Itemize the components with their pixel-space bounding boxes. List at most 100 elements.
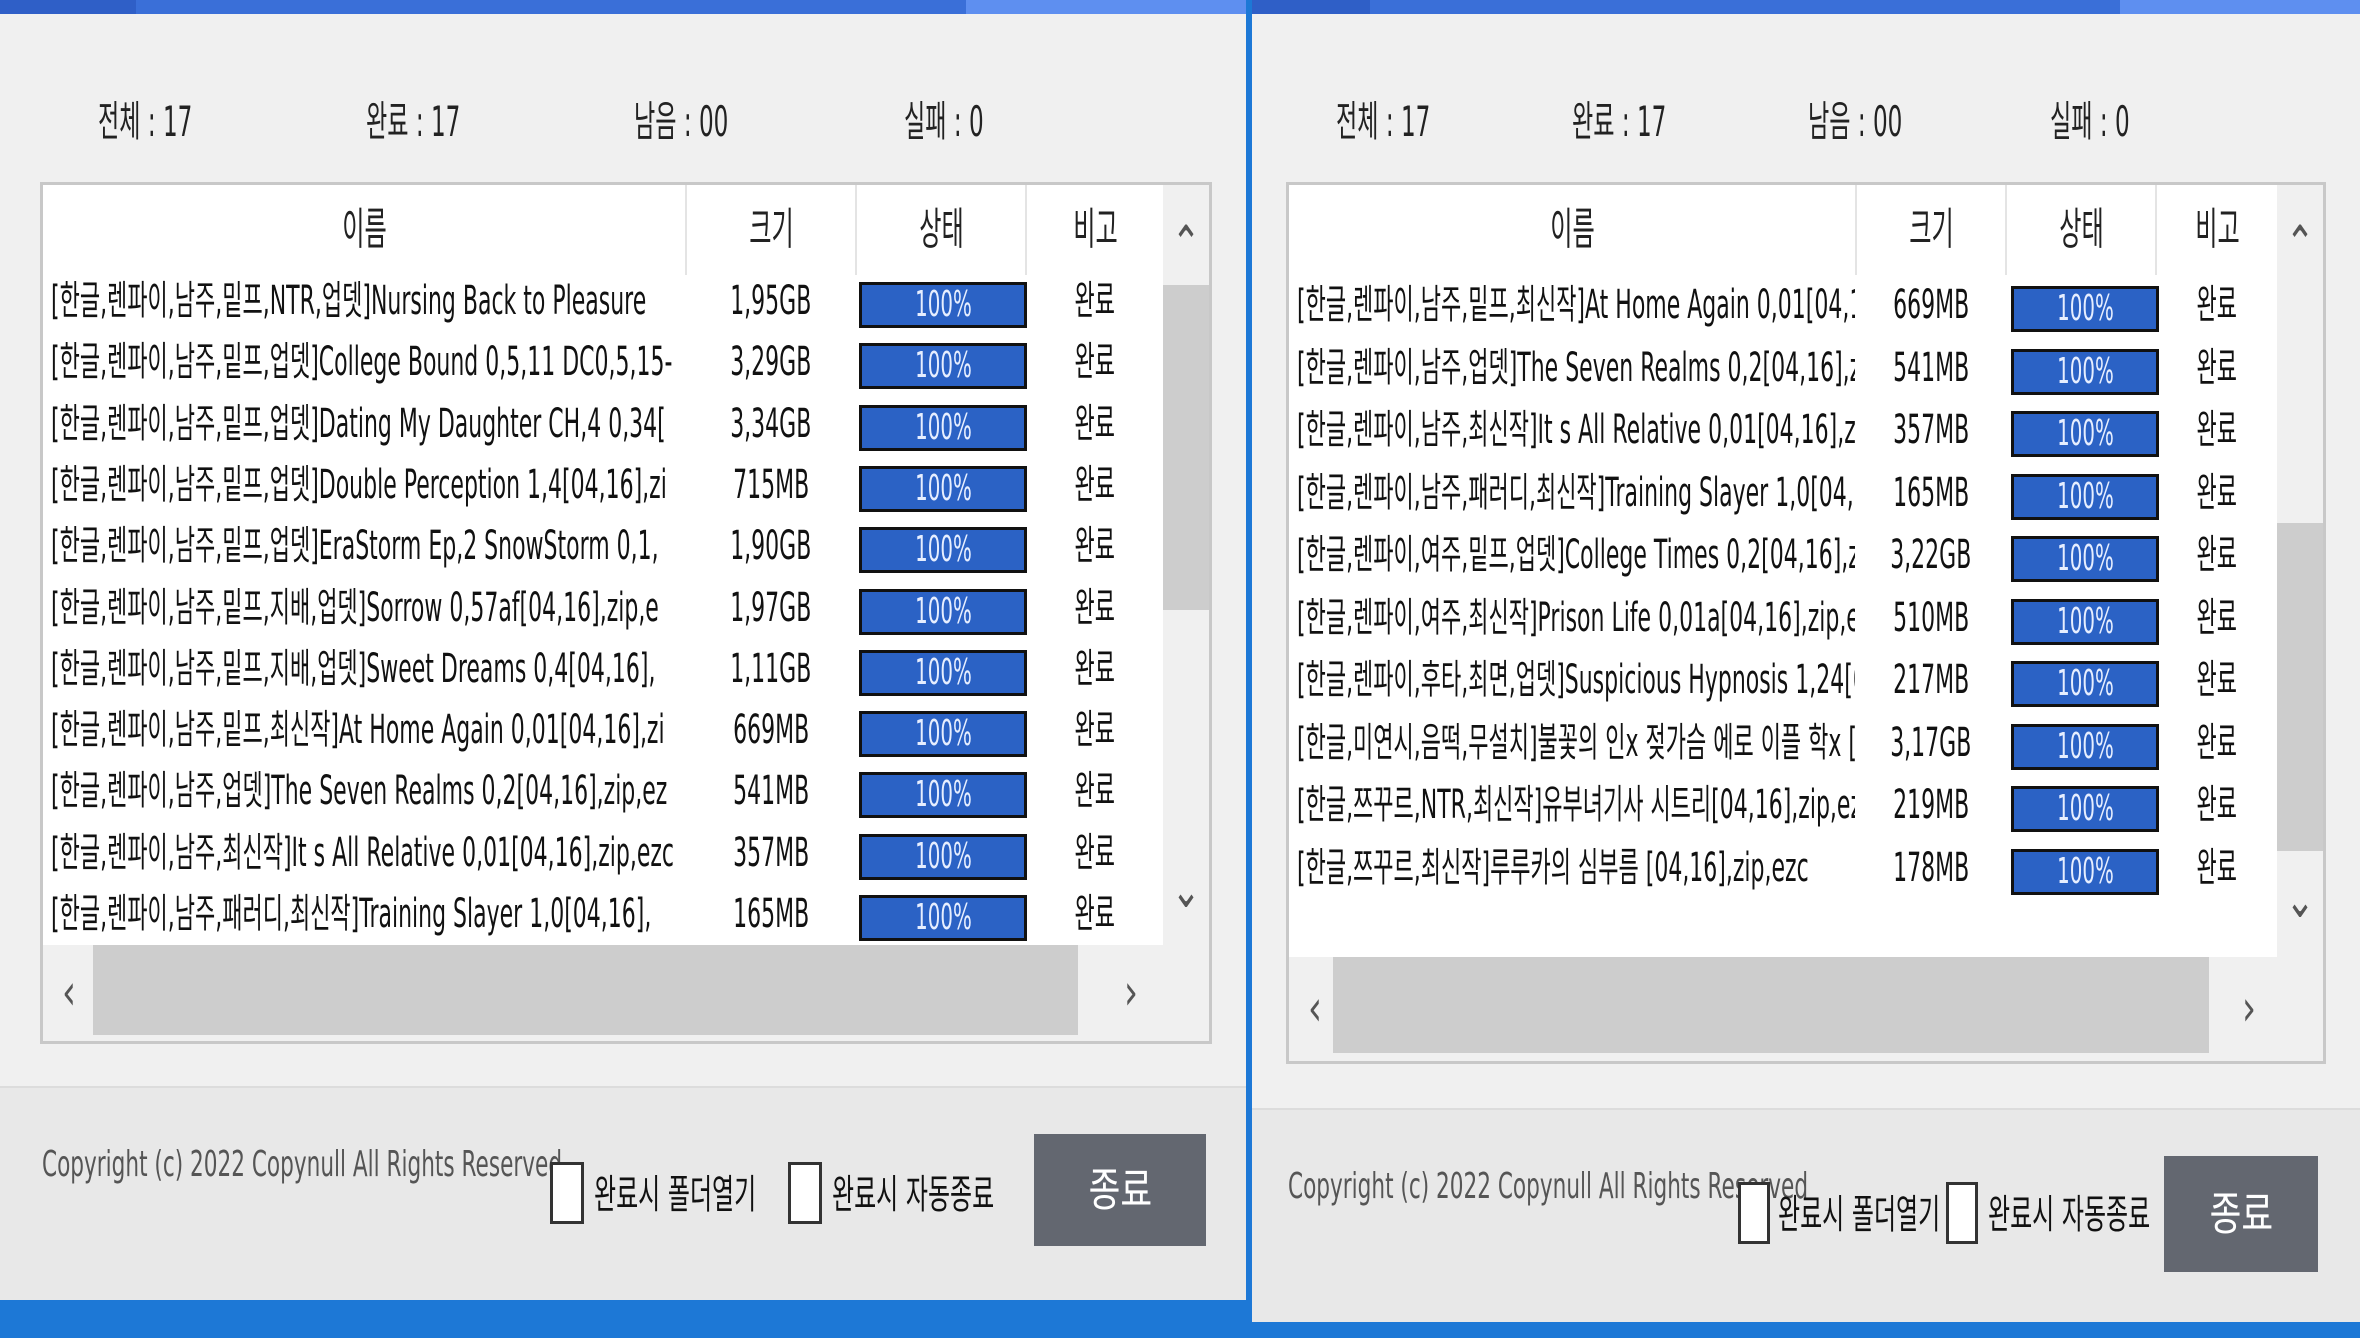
column-header-status[interactable]: 상태 bbox=[2007, 185, 2157, 275]
file-size: 165MB bbox=[732, 891, 810, 937]
close-button[interactable]: 종료 bbox=[1034, 1134, 1206, 1246]
list-item[interactable]: [한글,렌파이,여주,밑프,업뎃]College Times 0,2[04,16… bbox=[1289, 525, 2277, 586]
horizontal-scroll-thumb[interactable] bbox=[1333, 957, 2209, 1053]
status-note: 완료 bbox=[1074, 829, 1116, 876]
progress-text: 100% bbox=[914, 590, 972, 632]
status-note: 완료 bbox=[1074, 400, 1116, 447]
list-item[interactable]: [한글,미연시,음떡,무설치]불꽃의 인x 젖가슴 에로 이플 학x [3,17… bbox=[1289, 713, 2277, 774]
file-size: 510MB bbox=[1892, 594, 1970, 641]
auto-close-checkbox[interactable] bbox=[1946, 1182, 1978, 1244]
status-note: 완료 bbox=[1074, 768, 1116, 815]
scroll-up-icon[interactable]: ⌃ bbox=[1170, 219, 1202, 269]
auto-close-label[interactable]: 완료시 자동종료 bbox=[832, 1162, 994, 1220]
list-item[interactable]: [한글,렌파이,남주,패러디,최신작]Training Slayer 1,0[0… bbox=[43, 884, 1163, 945]
column-header-size[interactable]: 크기 bbox=[1857, 185, 2007, 275]
progress-text: 100% bbox=[2056, 663, 2114, 704]
file-name: [한글,렌파이,후타,최면,업뎃]Suspicious Hypnosis 1,2… bbox=[1297, 657, 1855, 703]
file-name: [한글,쯔꾸르,NTR,최신작]유부녀기사 시트리[04,16],zip,ezc bbox=[1297, 782, 1855, 828]
progress-bar: 100% bbox=[859, 527, 1027, 574]
progress-bar: 100% bbox=[2011, 723, 2159, 770]
scroll-down-icon[interactable]: ⌄ bbox=[1170, 865, 1202, 915]
column-header-name[interactable]: 이름 bbox=[43, 185, 687, 275]
file-name: [한글,렌파이,남주,밑프,업뎃]Double Perception 1,4[0… bbox=[51, 461, 667, 508]
file-name: [한글,렌파이,남주,최신작]It s All Relative 0,01[04… bbox=[1297, 407, 1855, 453]
list-item[interactable]: [한글,렌파이,여주,최신작]Prison Life 0,01a[04,16],… bbox=[1289, 588, 2277, 649]
progress-bar: 100% bbox=[2011, 661, 2159, 707]
progress-text: 100% bbox=[914, 406, 972, 448]
file-size: 715MB bbox=[732, 461, 810, 508]
list-item[interactable]: [한글,렌파이,남주,밑프,최신작]At Home Again 0,01[04,… bbox=[1289, 275, 2277, 336]
open-folder-checkbox[interactable] bbox=[550, 1162, 584, 1224]
vertical-scroll-thumb[interactable] bbox=[1163, 285, 1209, 610]
vertical-scrollbar[interactable]: ⌃ ⌄ bbox=[1163, 185, 1209, 945]
progress-bar: 100% bbox=[859, 772, 1027, 819]
status-note: 완료 bbox=[1074, 461, 1116, 508]
status-note: 완료 bbox=[1074, 339, 1116, 386]
column-header-status[interactable]: 상태 bbox=[857, 185, 1027, 275]
progress-bar: 100% bbox=[859, 282, 1027, 328]
footer: Copyright (c) 2022 Copynull All Rights R… bbox=[0, 1086, 1246, 1300]
file-size: 541MB bbox=[1892, 344, 1970, 391]
status-note: 완료 bbox=[2196, 657, 2238, 703]
title-bar[interactable] bbox=[1252, 0, 2360, 14]
scroll-right-icon[interactable]: › bbox=[1117, 967, 1145, 1017]
status-note: 완료 bbox=[2196, 594, 2238, 641]
scroll-left-icon[interactable]: ‹ bbox=[1301, 983, 1329, 1033]
status-note: 완료 bbox=[2196, 844, 2238, 891]
status-note: 완료 bbox=[2196, 719, 2238, 766]
vertical-scroll-thumb[interactable] bbox=[2277, 523, 2323, 851]
list-item[interactable]: [한글,쯔꾸르,최신작]루루카의 심부름 [04,16],zip,ezc 178M… bbox=[1289, 838, 2277, 899]
list-item[interactable]: [한글,렌파이,남주,밑프,업뎃]EraStorm Ep,2 SnowStorm… bbox=[43, 516, 1163, 577]
stat-remaining: 남음 : 00 bbox=[1808, 97, 1903, 146]
horizontal-scrollbar[interactable]: ‹ › bbox=[43, 945, 1209, 1041]
file-name: [한글,렌파이,남주,밑프,최신작]At Home Again 0,01[04,… bbox=[51, 707, 665, 754]
file-size: 3,17GB bbox=[1890, 719, 1972, 766]
file-size: 541MB bbox=[732, 768, 810, 815]
vertical-scrollbar[interactable]: ⌃ ⌄ bbox=[2277, 185, 2323, 957]
open-folder-label[interactable]: 완료시 폴더열기 bbox=[594, 1162, 756, 1220]
list-item[interactable]: [한글,렌파이,후타,최면,업뎃]Suspicious Hypnosis 1,2… bbox=[1289, 650, 2277, 711]
auto-close-label[interactable]: 완료시 자동종료 bbox=[1988, 1182, 2150, 1240]
open-folder-label[interactable]: 완료시 폴더열기 bbox=[1778, 1182, 1940, 1240]
list-item[interactable]: [한글,렌파이,남주,업뎃]The Seven Realms 0,2[04,16… bbox=[43, 761, 1163, 822]
scroll-down-icon[interactable]: ⌄ bbox=[2284, 875, 2316, 925]
column-header-note[interactable]: 비고 bbox=[2157, 185, 2277, 275]
list-item[interactable]: [한글,렌파이,남주,업뎃]The Seven Realms 0,2[04,16… bbox=[1289, 338, 2277, 399]
auto-close-checkbox[interactable] bbox=[788, 1162, 822, 1224]
list-header: 이름 크기 상태 비고 bbox=[43, 185, 1163, 275]
list-item[interactable]: [한글,렌파이,남주,밑프,NTR,업뎃]Nursing Back to Ple… bbox=[43, 271, 1163, 332]
column-header-note[interactable]: 비고 bbox=[1027, 185, 1163, 275]
progress-text: 100% bbox=[2056, 475, 2114, 517]
file-list: 이름 크기 상태 비고 [한글,렌파이,남주,밑프,최신작]At Home Ag… bbox=[1286, 182, 2326, 1064]
scroll-left-icon[interactable]: ‹ bbox=[55, 967, 83, 1017]
file-name: [한글,렌파이,남주,밑프,NTR,업뎃]Nursing Back to Ple… bbox=[51, 278, 647, 324]
download-window-right: 전체 : 17 완료 : 17 남음 : 00 실패 : 0 이름 크기 상태 … bbox=[1252, 0, 2360, 1322]
open-folder-checkbox[interactable] bbox=[1738, 1182, 1770, 1244]
list-item[interactable]: [한글,렌파이,남주,밑프,업뎃]College Bound 0,5,11 DC… bbox=[43, 332, 1163, 393]
column-header-name[interactable]: 이름 bbox=[1289, 185, 1857, 275]
list-item[interactable]: [한글,렌파이,남주,밑프,업뎃]Double Perception 1,4[0… bbox=[43, 455, 1163, 516]
scroll-up-icon[interactable]: ⌃ bbox=[2284, 219, 2316, 269]
progress-bar: 100% bbox=[859, 711, 1027, 758]
close-button[interactable]: 종료 bbox=[2164, 1156, 2318, 1272]
progress-bar: 100% bbox=[859, 833, 1027, 880]
list-item[interactable]: [한글,렌파이,남주,밑프,업뎃]Dating My Daughter CH,4… bbox=[43, 394, 1163, 455]
list-item[interactable]: [한글,쯔꾸르,NTR,최신작]유부녀기사 시트리[04,16],zip,ezc… bbox=[1289, 775, 2277, 836]
stat-remaining: 남음 : 00 bbox=[634, 97, 729, 146]
list-item[interactable]: [한글,렌파이,남주,최신작]It s All Relative 0,01[04… bbox=[43, 823, 1163, 884]
list-item[interactable]: [한글,렌파이,남주,밑프,지배,업뎃]Sweet Dreams 0,4[04,… bbox=[43, 639, 1163, 700]
progress-bar: 100% bbox=[2011, 473, 2159, 520]
list-item[interactable]: [한글,렌파이,남주,패러디,최신작]Training Slayer 1,0[0… bbox=[1289, 463, 2277, 524]
column-header-size[interactable]: 크기 bbox=[687, 185, 857, 275]
scroll-right-icon[interactable]: › bbox=[2235, 983, 2263, 1033]
horizontal-scrollbar[interactable]: ‹ › bbox=[1289, 957, 2323, 1061]
list-item[interactable]: [한글,렌파이,남주,최신작]It s All Relative 0,01[04… bbox=[1289, 400, 2277, 461]
file-name: [한글,쯔꾸르,최신작]루루카의 심부름 [04,16],zip,ezc bbox=[1297, 844, 1809, 891]
title-bar[interactable] bbox=[0, 0, 1246, 14]
list-item[interactable]: [한글,렌파이,남주,밑프,지배,업뎃]Sorrow 0,57af[04,16]… bbox=[43, 578, 1163, 639]
copyright-text: Copyright (c) 2022 Copynull All Rights R… bbox=[42, 1144, 563, 1185]
progress-bar: 100% bbox=[859, 588, 1027, 635]
horizontal-scroll-thumb[interactable] bbox=[93, 945, 1078, 1035]
list-item[interactable]: [한글,렌파이,남주,밑프,최신작]At Home Again 0,01[04,… bbox=[43, 700, 1163, 761]
file-size: 3,22GB bbox=[1890, 532, 1972, 578]
